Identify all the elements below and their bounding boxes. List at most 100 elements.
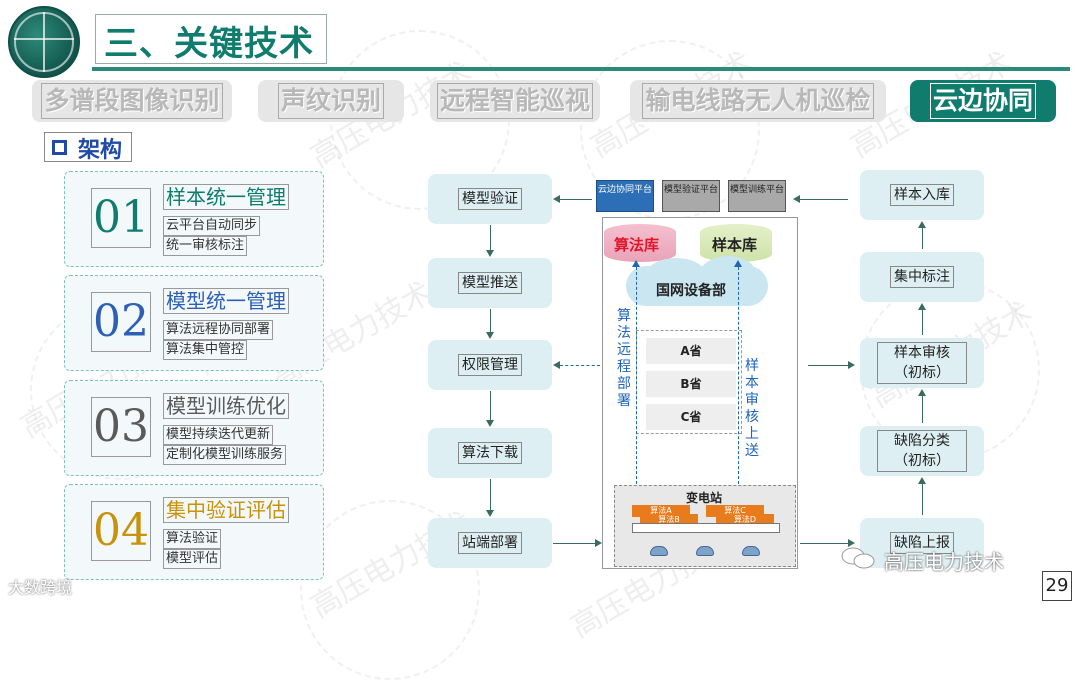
tab-label: 云边协同: [929, 83, 1036, 119]
flow-step-defect-classify: 缺陷分类（初标）: [860, 426, 984, 476]
card-subtitle: 算法验证: [163, 529, 222, 549]
flow-connector: [922, 309, 923, 335]
flow-connector: [800, 543, 848, 544]
sample-library-label: 样本库: [712, 236, 758, 254]
flow-connector: [800, 199, 848, 200]
arrow-up-icon: [918, 221, 926, 228]
flow-step-label: 站端部署: [458, 532, 522, 554]
card-subtitle: 模型评估: [163, 549, 222, 569]
tab-voiceprint[interactable]: 声纹识别: [258, 80, 404, 122]
card-number: 02: [91, 292, 151, 352]
page-number: 29: [1042, 571, 1072, 601]
card-subtitle: 算法远程协同部署: [163, 320, 274, 340]
tab-multispectral[interactable]: 多谱段图像识别: [32, 80, 232, 122]
tab-uav-inspection[interactable]: 输电线路无人机巡检: [630, 80, 886, 122]
flow-step-download: 算法下载: [428, 428, 552, 478]
flow-step-label: 模型推送: [458, 272, 522, 294]
arrow-left-icon: [793, 195, 800, 203]
camera-icon: [650, 546, 668, 556]
arrow-left-icon: [553, 195, 560, 203]
section-title: 架构: [78, 138, 123, 163]
feature-card: 03 模型训练优化 模型持续迭代更新 定制化模型训练服务: [64, 380, 324, 476]
cloud-label: 国网设备部: [656, 283, 726, 299]
card-subtitle: 云平台自动同步: [163, 216, 261, 236]
card-subtitle: 模型持续迭代更新: [163, 425, 274, 445]
card-number: 04: [91, 501, 151, 561]
flow-step-label: 样本入库: [890, 184, 954, 206]
wechat-account-label: 高压电力技术: [884, 550, 1004, 574]
tab-cloud-edge[interactable]: 云边协同: [910, 80, 1056, 122]
tab-label: 远程智能巡视: [436, 83, 593, 119]
platform-label: 模型训练平台: [729, 185, 784, 195]
flow-connector: [738, 262, 739, 484]
tab-label: 声纹识别: [277, 83, 384, 119]
flow-connector: [553, 543, 595, 544]
flow-connector: [560, 199, 592, 200]
tab-label: 输电线路无人机巡检: [642, 83, 874, 119]
province-b: B省: [646, 371, 736, 397]
flow-connector: [922, 395, 923, 423]
arrow-up-icon: [918, 389, 926, 396]
arrow-up-icon: [918, 477, 926, 484]
arrow-right-icon: [595, 539, 602, 547]
flow-connector: [490, 479, 491, 511]
arrow-down-icon: [486, 510, 494, 517]
card-title: 模型统一管理: [163, 288, 289, 314]
feature-card: 01 样本统一管理 云平台自动同步 统一审核标注: [64, 171, 324, 267]
flow-connector: [922, 227, 923, 249]
flow-step-central-label: 集中标注: [860, 252, 984, 302]
flow-step-label: 权限管理: [458, 354, 522, 376]
square-bullet-icon: [52, 140, 67, 155]
arrow-down-icon: [486, 420, 494, 427]
flow-connector: [922, 483, 923, 515]
algorithm-library-label: 算法库: [614, 236, 660, 254]
platform-label: 模型验证平台: [663, 185, 718, 195]
source-watermark: 大数跨境: [8, 578, 73, 597]
feature-card: 04 集中验证评估 算法验证 模型评估: [64, 484, 324, 580]
flow-step-label: 模型验证: [458, 188, 522, 210]
arrow-up-icon: [632, 260, 640, 267]
flow-step-label: 缺陷分类（初标）: [877, 430, 967, 472]
flow-step-label: 样本审核（初标）: [877, 342, 967, 384]
logo-line: [43, 12, 45, 72]
card-subtitle: 定制化模型训练服务: [163, 445, 287, 465]
card-number: 01: [91, 188, 151, 248]
flow-step-sample-review: 样本审核（初标）: [860, 338, 984, 388]
page-title: 三、关键技术: [104, 24, 314, 64]
wechat-icon: [841, 547, 875, 569]
card-subtitle: 算法集中管控: [163, 340, 248, 360]
arrow-up-icon: [918, 303, 926, 310]
platform-model-train: 模型训练平台: [728, 180, 786, 212]
flow-step-model-push: 模型推送: [428, 258, 552, 308]
camera-icon: [696, 546, 714, 556]
card-title: 模型训练优化: [163, 393, 289, 419]
flow-connector: [490, 225, 491, 251]
platform-cloud-edge: 云边协同平台: [596, 180, 654, 212]
substation-label: 变电站: [686, 491, 723, 505]
flow-step-deploy: 站端部署: [428, 518, 552, 568]
flow-step-label: 集中标注: [890, 266, 954, 288]
flow-connector: [490, 391, 491, 421]
flow-step-model-verify: 模型验证: [428, 174, 552, 224]
camera-icon: [742, 546, 760, 556]
flow-connector: [490, 309, 491, 333]
flow-step-permission: 权限管理: [428, 340, 552, 390]
arrow-down-icon: [486, 250, 494, 257]
card-title: 样本统一管理: [163, 184, 289, 210]
flow-connector: [808, 365, 848, 366]
vertical-label-deploy: 算法远程部署: [617, 308, 631, 409]
flow-step-sample-store: 样本入库: [860, 170, 984, 220]
card-title: 集中验证评估: [163, 497, 289, 523]
vertical-label-upload: 样本审核上送: [745, 358, 759, 459]
province-c: C省: [646, 404, 736, 430]
feature-card: 02 模型统一管理 算法远程协同部署 算法集中管控: [64, 275, 324, 371]
flow-connector: [636, 262, 637, 484]
platform-model-verify: 模型验证平台: [662, 180, 720, 212]
platform-label: 云边协同平台: [597, 185, 652, 195]
flow-connector: [560, 365, 600, 366]
arrow-left-icon: [553, 361, 560, 369]
card-subtitle: 统一审核标注: [163, 236, 248, 256]
tab-remote-patrol[interactable]: 远程智能巡视: [430, 80, 600, 122]
arrow-down-icon: [486, 332, 494, 339]
tab-label: 多谱段图像识别: [41, 83, 223, 119]
